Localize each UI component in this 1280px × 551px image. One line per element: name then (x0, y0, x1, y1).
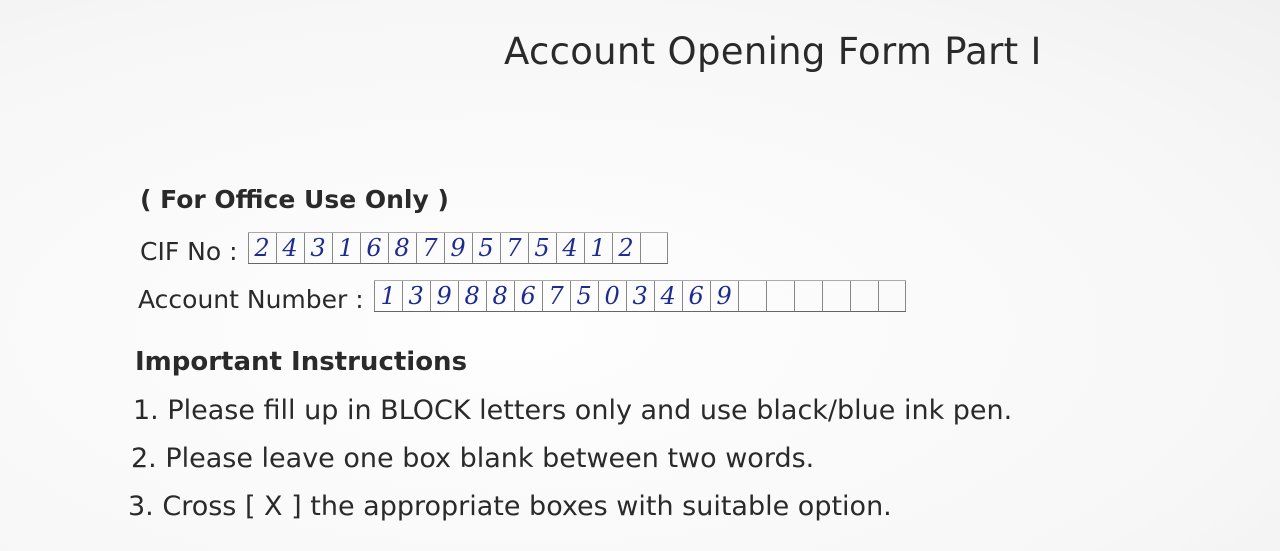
account-number-digit-box[interactable]: 8 (457, 281, 486, 311)
cif-digit-box[interactable]: 3 (303, 233, 332, 263)
cif-label: CIF No : (140, 237, 238, 266)
account-number-digit-box[interactable] (765, 281, 794, 311)
account-number-digit-box[interactable] (737, 281, 766, 311)
instructions-heading: Important Instructions (135, 347, 468, 377)
cif-field: CIF No : 24316879575412 (140, 232, 668, 264)
account-number-digit-box[interactable]: 9 (709, 281, 738, 311)
account-number-digit-box[interactable] (877, 281, 906, 311)
account-number-digit-box[interactable]: 6 (513, 281, 542, 311)
cif-digit-box[interactable]: 5 (471, 233, 500, 263)
account-number-digit-box[interactable]: 0 (597, 281, 626, 311)
account-number-digit-box[interactable]: 1 (373, 281, 402, 311)
cif-digit-box[interactable] (639, 233, 668, 263)
cif-box-strip[interactable]: 24316879575412 (247, 232, 668, 264)
account-number-digit-box[interactable]: 8 (485, 281, 514, 311)
account-number-field: Account Number : 1398867503469 (138, 280, 906, 312)
account-number-digit-box[interactable]: 3 (625, 281, 654, 311)
account-number-digit-box[interactable] (821, 281, 850, 311)
account-number-digit-box[interactable] (849, 281, 878, 311)
form-title: Account Opening Form Part I (504, 30, 1042, 73)
cif-digit-box[interactable]: 2 (247, 233, 276, 263)
account-number-label: Account Number : (138, 285, 364, 314)
account-number-digit-box[interactable]: 6 (681, 281, 710, 311)
form-page: Account Opening Form Part I ( For Office… (0, 0, 1280, 551)
cif-digit-box[interactable]: 9 (443, 233, 472, 263)
office-use-label: ( For Office Use Only ) (140, 185, 449, 214)
cif-digit-box[interactable]: 7 (499, 233, 528, 263)
account-number-digit-box[interactable]: 7 (541, 281, 570, 311)
cif-digit-box[interactable]: 1 (331, 233, 360, 263)
account-number-digit-box[interactable]: 3 (401, 281, 430, 311)
cif-digit-box[interactable]: 4 (275, 233, 304, 263)
cif-digit-box[interactable]: 8 (387, 233, 416, 263)
cif-digit-box[interactable]: 4 (555, 233, 584, 263)
cif-digit-box[interactable]: 5 (527, 233, 556, 263)
account-number-digit-box[interactable]: 4 (653, 281, 682, 311)
account-number-box-strip[interactable]: 1398867503469 (373, 280, 906, 312)
cif-digit-box[interactable]: 7 (415, 233, 444, 263)
instruction-item: 1. Please fill up in BLOCK letters only … (133, 395, 1013, 426)
cif-digit-box[interactable]: 6 (359, 233, 388, 263)
instruction-item: 3. Cross [ X ] the appropriate boxes wit… (128, 491, 892, 522)
cif-digit-box[interactable]: 2 (611, 233, 640, 263)
instruction-item: 2. Please leave one box blank between tw… (131, 443, 815, 474)
account-number-digit-box[interactable] (793, 281, 822, 311)
account-number-digit-box[interactable]: 9 (429, 281, 458, 311)
cif-digit-box[interactable]: 1 (583, 233, 612, 263)
account-number-digit-box[interactable]: 5 (569, 281, 598, 311)
